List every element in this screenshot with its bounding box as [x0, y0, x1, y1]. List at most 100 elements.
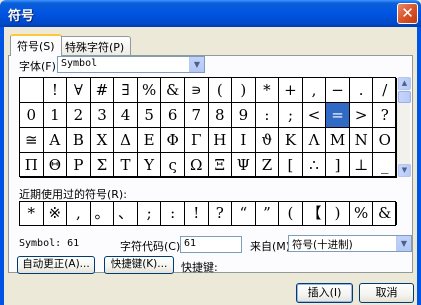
autocorrect-button[interactable]: 自动更正(A)...	[17, 256, 95, 274]
symbol-cell[interactable]: ]	[326, 153, 350, 178]
symbol-cell[interactable]: −	[326, 78, 350, 103]
symbol-cell[interactable]: %	[137, 78, 162, 103]
symbol-cell[interactable]: Ν	[349, 128, 374, 153]
recent-symbol-cell[interactable]: ;	[138, 202, 162, 225]
symbol-cell[interactable]: 2	[67, 103, 91, 128]
insert-button[interactable]: 插入(I)	[296, 283, 353, 303]
symbol-cell[interactable]: .	[349, 78, 374, 103]
scroll-down-button[interactable]: ▼	[398, 164, 411, 177]
symbol-cell[interactable]: >	[349, 103, 374, 128]
scroll-thumb[interactable]	[398, 91, 411, 103]
recent-symbol-cell[interactable]: *	[20, 202, 44, 225]
recent-symbol-cell[interactable]: !	[185, 202, 209, 225]
symbol-cell[interactable]: 7	[184, 103, 209, 128]
symbol-cell[interactable]: 0	[20, 103, 44, 128]
recent-symbol-cell[interactable]: ,	[67, 202, 91, 225]
symbol-cell[interactable]: Τ	[114, 153, 138, 178]
symbol-cell[interactable]: 8	[208, 103, 233, 128]
symbol-cell[interactable]: ;	[279, 103, 303, 128]
symbol-cell[interactable]: Ζ	[255, 153, 280, 178]
symbol-cell[interactable]: ≅	[20, 128, 44, 153]
symbol-cell[interactable]: Ψ	[232, 153, 256, 178]
symbol-cell[interactable]: )	[232, 78, 256, 103]
symbol-cell[interactable]: 4	[114, 103, 138, 128]
symbol-cell[interactable]: Λ	[302, 128, 327, 153]
scroll-down-icon: ▼	[401, 166, 408, 174]
symbol-cell[interactable]: Φ	[161, 128, 185, 153]
symbol-cell[interactable]: #	[90, 78, 115, 103]
recent-symbol-cell[interactable]: 、	[114, 202, 138, 225]
recent-symbol-cell[interactable]: “	[232, 202, 256, 225]
recent-symbol-cell[interactable]: (	[279, 202, 303, 225]
symbol-cell[interactable]: Ω	[184, 153, 209, 178]
symbol-cell[interactable]: <	[302, 103, 327, 128]
symbol-cell[interactable]: +	[279, 78, 303, 103]
symbol-cell[interactable]: ⊥	[349, 153, 374, 178]
symbol-cell[interactable]	[20, 78, 44, 103]
window-border-right	[417, 27, 421, 305]
tab-special-characters[interactable]: 特殊字符(P)	[58, 36, 132, 55]
recent-symbol-cell[interactable]: ※	[44, 202, 68, 225]
font-select[interactable]: Symbol ▼	[57, 56, 205, 73]
symbol-cell[interactable]: Γ	[184, 128, 209, 153]
symbol-cell[interactable]: Δ	[114, 128, 138, 153]
symbol-cell[interactable]: ?	[373, 103, 397, 128]
scroll-up-button[interactable]: ▲	[398, 77, 411, 90]
symbol-cell[interactable]: Ε	[137, 128, 162, 153]
symbol-cell[interactable]: ς	[161, 153, 185, 178]
symbol-cell[interactable]: Χ	[90, 128, 115, 153]
symbol-cell[interactable]: Α	[43, 128, 68, 153]
symbol-cell[interactable]: 5	[137, 103, 162, 128]
recent-symbol-cell[interactable]: 。	[91, 202, 115, 225]
character-code-input[interactable]: 61	[180, 236, 242, 253]
from-select-value: 符号(十进制)	[292, 239, 353, 251]
symbol-cell[interactable]: ϑ	[255, 128, 280, 153]
symbol-cell[interactable]: Β	[67, 128, 91, 153]
symbol-cell[interactable]: ∴	[302, 153, 327, 178]
symbol-cell[interactable]: ∃	[114, 78, 138, 103]
symbol-cell[interactable]: Ι	[232, 128, 256, 153]
symbol-cell[interactable]: Η	[208, 128, 233, 153]
symbol-cell[interactable]: 9	[232, 103, 256, 128]
symbol-cell[interactable]: Θ	[43, 153, 68, 178]
recent-symbol-cell[interactable]: &	[373, 202, 397, 225]
symbol-cell[interactable]: 6	[161, 103, 185, 128]
tab-symbols[interactable]: 符号(S)	[10, 34, 62, 56]
symbol-cell[interactable]: Υ	[137, 153, 162, 178]
symbol-cell[interactable]: !	[43, 78, 68, 103]
symbol-cell[interactable]: 1	[43, 103, 68, 128]
symbol-cell[interactable]: Ο	[373, 128, 397, 153]
recent-symbol-cell[interactable]: ”	[256, 202, 280, 225]
recent-symbol-cell[interactable]: :	[161, 202, 185, 225]
character-name: Symbol: 61	[19, 238, 80, 249]
window-border-left	[0, 27, 4, 305]
symbol-cell[interactable]: ∀	[67, 78, 91, 103]
cancel-button[interactable]: 取消	[359, 283, 414, 303]
symbol-cell[interactable]: _	[373, 153, 397, 178]
symbol-cell[interactable]: Ξ	[208, 153, 233, 178]
recent-symbol-cell[interactable]: 【	[303, 202, 327, 225]
symbol-cell[interactable]: [	[279, 153, 303, 178]
symbol-cell[interactable]: Κ	[279, 128, 303, 153]
symbol-cell[interactable]: Π	[20, 153, 44, 178]
recent-symbol-cell[interactable]: %	[350, 202, 374, 225]
symbol-cell[interactable]: Ρ	[67, 153, 91, 178]
symbol-cell[interactable]: 3	[90, 103, 115, 128]
symbol-cell[interactable]: :	[255, 103, 280, 128]
symbol-cell[interactable]: =	[326, 103, 350, 128]
shortcut-key-button[interactable]: 快捷键(K)...	[104, 256, 174, 274]
symbol-cell[interactable]: Μ	[326, 128, 350, 153]
symbol-cell[interactable]: &	[161, 78, 185, 103]
recent-symbol-cell[interactable]: ?	[209, 202, 233, 225]
symbol-cell[interactable]: ∍	[184, 78, 209, 103]
close-button[interactable]: ✕	[397, 3, 418, 24]
symbol-grid-scrollbar[interactable]: ▲ ▼	[397, 77, 411, 177]
symbol-cell[interactable]: ,	[302, 78, 327, 103]
from-select[interactable]: 符号(十进制) ▼	[288, 235, 412, 252]
symbol-cell[interactable]: *	[255, 78, 280, 103]
recent-symbol-cell[interactable]: )	[326, 202, 350, 225]
scroll-up-icon: ▲	[401, 79, 408, 87]
symbol-cell[interactable]: (	[208, 78, 233, 103]
symbol-cell[interactable]: /	[373, 78, 397, 103]
symbol-cell[interactable]: Σ	[90, 153, 115, 178]
